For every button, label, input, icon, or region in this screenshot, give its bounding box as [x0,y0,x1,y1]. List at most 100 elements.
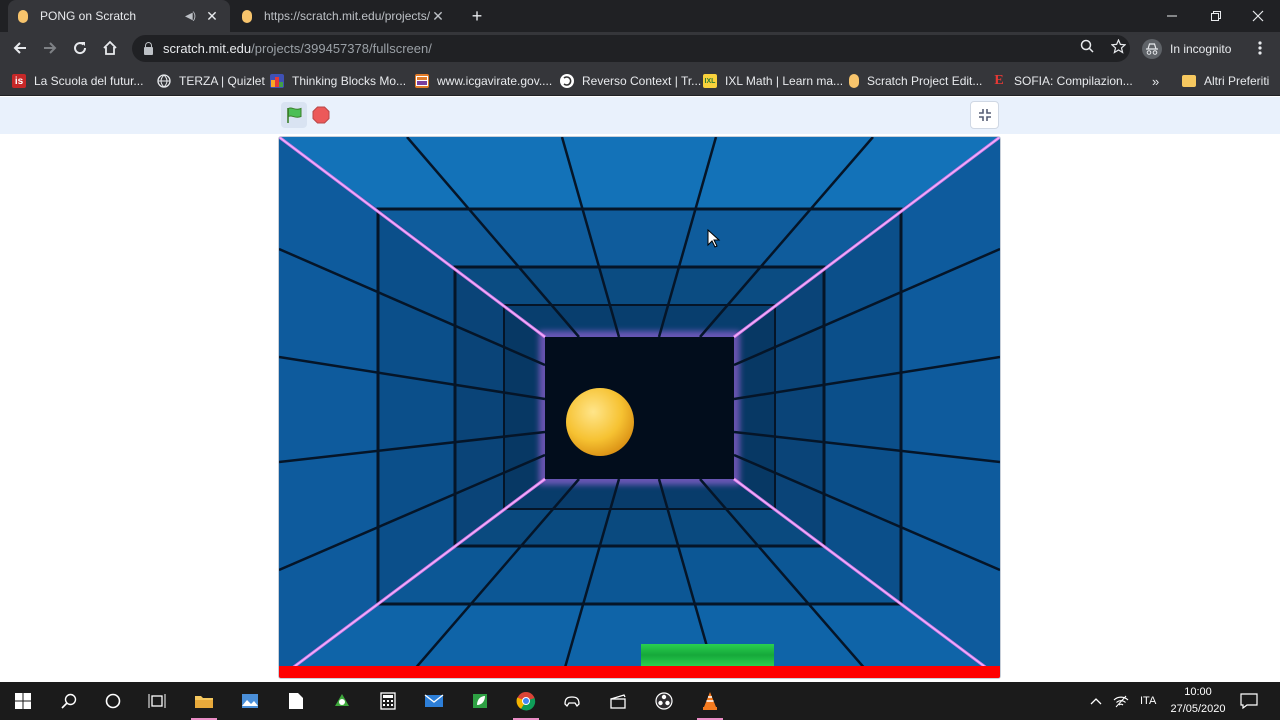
bookmark-label: Thinking Blocks Mo... [292,74,407,88]
scratch-app-icon [335,694,349,706]
speaker-icon[interactable]: ◀) [185,11,196,22]
bookmark-star-button[interactable] [1108,36,1128,56]
bookmarks-bar: is La Scuola del futur... TERZA | Quizle… [0,65,1280,96]
system-clock[interactable]: 10:00 27/05/2020 [1168,684,1228,718]
obs-button[interactable] [641,682,687,720]
bookmark-label: SOFIA: Compilazion... [1014,74,1133,88]
green-app-button[interactable] [457,682,503,720]
bookmarks-overflow-button[interactable]: » [1152,71,1159,91]
calculator-icon [380,692,396,710]
search-icon [61,693,77,709]
language-indicator[interactable]: ITA [1140,682,1156,720]
circle-icon [105,693,121,709]
bookmark-item[interactable]: IXL IXL Math | Learn ma... [703,71,843,91]
collapse-icon [978,109,991,121]
restore-button[interactable] [1194,0,1238,32]
cortana-button[interactable] [90,682,136,720]
address-bar[interactable]: scratch.mit.edu/projects/399457378/fulls… [132,35,1130,62]
e-icon: E [994,73,1004,88]
thinking-blocks-icon [270,74,284,88]
folder-icon [1182,75,1196,87]
bookmark-label: La Scuola del futur... [34,74,144,88]
home-icon [103,40,117,55]
bookmark-label: IXL Math | Learn ma... [725,74,844,88]
bookmark-item[interactable]: Reverso Context | Tr... [560,71,701,91]
bookmark-item[interactable]: www.icgavirate.gov.... [415,71,552,91]
tab-scratch-project[interactable]: https://scratch.mit.edu/projects/ ✕ [232,0,456,32]
bookmark-item[interactable]: Scratch Project Edit... [849,71,982,91]
notepad-button[interactable] [273,682,319,720]
incognito-icon [1142,38,1162,59]
task-view-button[interactable] [134,682,180,720]
close-window-button[interactable] [1236,0,1280,32]
bookmark-label: Scratch Project Edit... [867,74,983,88]
stop-button[interactable] [311,105,331,125]
vlc-cone-icon [703,692,717,710]
arrow-left-icon [13,42,26,54]
close-icon [1252,10,1264,22]
vlc-button[interactable] [687,682,733,720]
scratch-favicon-icon [242,9,252,23]
forward-button[interactable] [39,37,61,59]
photos-app-button[interactable] [227,682,273,720]
globe-icon [157,74,171,88]
exit-fullscreen-button[interactable] [970,101,999,129]
arrow-right-icon [44,42,57,54]
tab-title: https://scratch.mit.edu/projects/ [264,9,430,23]
game-stage[interactable] [278,136,1001,679]
menu-button[interactable] [1250,37,1270,59]
bookmark-item[interactable]: TERZA | Quizlet [157,71,265,91]
video-editor-button[interactable] [595,682,641,720]
new-tab-button[interactable]: + [466,5,488,27]
ball [566,388,634,456]
more-vertical-icon [1258,41,1262,55]
minimize-button[interactable] [1150,0,1194,32]
bookmark-label: TERZA | Quizlet [179,74,265,88]
close-tab-icon[interactable]: ✕ [430,8,446,25]
document-icon [289,693,303,709]
search-icon [1080,39,1094,53]
bookmark-label: www.icgavirate.gov.... [437,74,553,88]
scratch-player-controls [0,97,1280,134]
mail-button[interactable] [411,682,457,720]
wifi-button[interactable] [1113,682,1129,720]
ixl-icon: IXL [703,74,717,88]
bookmark-label: Altri Preferiti [1204,74,1270,88]
file-explorer-button[interactable] [181,682,227,720]
search-button[interactable] [46,682,92,720]
url-host: scratch.mit.edu [163,41,252,56]
incognito-label: In incognito [1170,41,1232,56]
reload-button[interactable] [69,37,91,59]
windows-logo-icon [15,693,31,709]
zoom-button[interactable] [1077,36,1097,56]
url-path: /projects/399457378/fullscreen/ [251,41,432,56]
tray-overflow-button[interactable] [1090,682,1102,720]
green-flag-button[interactable] [281,102,307,128]
paddle[interactable] [641,644,774,666]
browser-toolbar: scratch.mit.edu/projects/399457378/fulls… [0,32,1280,65]
start-button[interactable] [0,682,46,720]
action-center-button[interactable] [1240,682,1258,720]
tab-strip: PONG on Scratch ◀) ✕ https://scratch.mit… [0,0,1280,32]
notification-icon [1240,693,1258,709]
other-bookmarks-folder[interactable]: Altri Preferiti [1182,71,1269,91]
bookmark-item[interactable]: E SOFIA: Compilazion... [992,71,1133,91]
chrome-button[interactable] [503,682,549,720]
clapperboard-icon [610,694,626,709]
close-tab-icon[interactable]: ✕ [204,8,220,25]
back-button[interactable] [9,37,31,59]
is-icon: is [12,74,26,88]
xbox-button[interactable] [549,682,595,720]
bookmark-item[interactable]: Thinking Blocks Mo... [270,71,406,91]
calculator-button[interactable] [365,682,411,720]
home-button[interactable] [99,37,121,59]
scratch-app-button[interactable] [319,682,365,720]
scratch-favicon-icon [18,9,28,23]
mail-icon [424,694,444,707]
incognito-profile-button[interactable]: In incognito [1142,37,1231,60]
bookmark-item[interactable]: is La Scuola del futur... [12,71,143,91]
chevron-up-icon [1090,698,1102,705]
clock-date: 27/05/2020 [1170,703,1226,715]
reload-icon [74,42,87,55]
tab-pong[interactable]: PONG on Scratch ◀) ✕ [8,0,230,32]
